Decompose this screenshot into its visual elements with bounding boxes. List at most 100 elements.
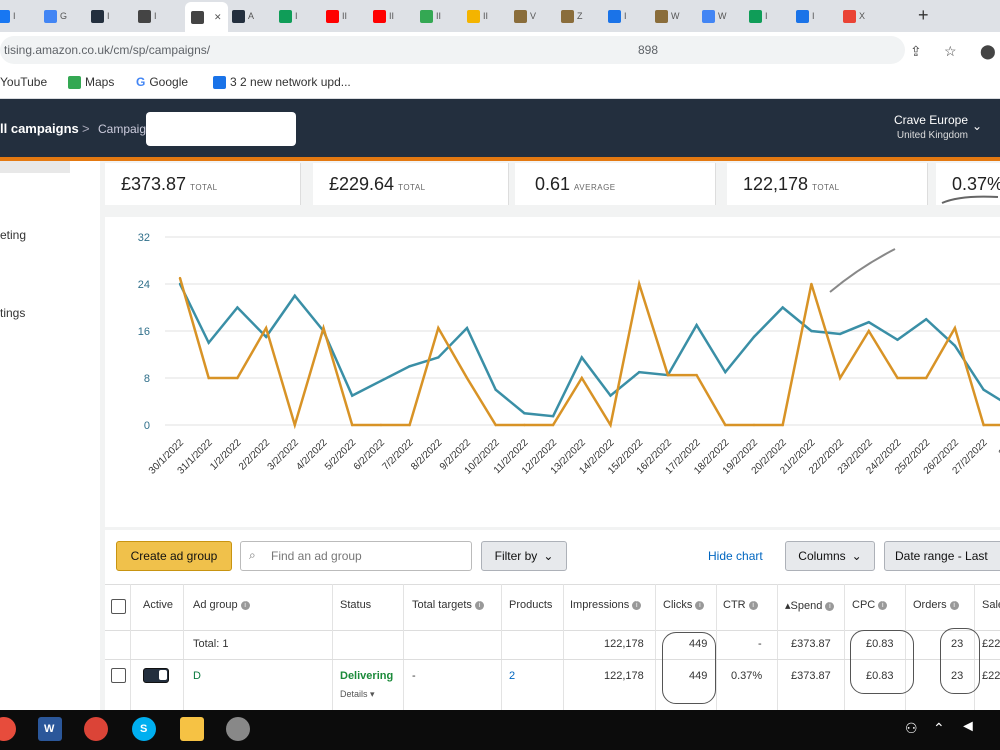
url-text-tail: 898: [638, 43, 659, 57]
column-header-impressions[interactable]: Impressions i: [570, 599, 642, 611]
browser-tab[interactable]: II: [467, 4, 488, 28]
profile-icon[interactable]: ⬤: [980, 43, 996, 60]
browser-tab[interactable]: W: [702, 4, 727, 28]
data-point: [810, 329, 813, 333]
filter-by-label: Filter by: [494, 549, 538, 563]
bookmark-youtube-label: YouTube: [0, 75, 48, 89]
nav-item-targeting[interactable]: eting: [0, 228, 26, 242]
tab-favicon-icon: [608, 9, 621, 23]
tab-label: W: [671, 11, 680, 21]
data-point: [293, 294, 296, 297]
column-header-cpc[interactable]: CPC i: [852, 599, 888, 611]
browser-tab[interactable]: W: [655, 4, 680, 28]
date-range-button[interactable]: Date range - Last: [884, 541, 1000, 571]
app-icon[interactable]: [226, 717, 250, 741]
browser-tab[interactable]: II: [420, 4, 441, 28]
browser-tab[interactable]: G: [44, 4, 67, 28]
tab-favicon-icon: [655, 9, 668, 23]
column-header-ad-group[interactable]: Ad group i: [193, 599, 250, 611]
bookmark-youtube[interactable]: YouTube: [0, 75, 47, 89]
browser-tab[interactable]: V: [514, 4, 536, 28]
column-header-label: Ad group: [193, 599, 238, 611]
browser-tab[interactable]: I: [138, 4, 157, 28]
create-ad-group-button[interactable]: Create ad group: [116, 541, 232, 571]
share-icon[interactable]: ⇪: [910, 43, 922, 60]
column-header-clicks[interactable]: Clicks i: [663, 599, 705, 611]
url-field[interactable]: tising.amazon.co.uk/cm/sp/campaigns/ 898: [0, 36, 905, 64]
breadcrumb-campaign[interactable]: Campaign: [98, 122, 153, 136]
tab-label: G: [60, 11, 68, 21]
columns-button[interactable]: Columns ⌄: [785, 541, 875, 571]
column-header-status[interactable]: Status: [340, 599, 371, 611]
bookmark-network[interactable]: 3 2 new network upd...: [213, 75, 351, 89]
date-range-label: Date range - Last: [895, 549, 988, 563]
metric-tile-impressions[interactable]: 122,178 TOTAL: [727, 163, 928, 205]
ad-group-name-link[interactable]: D: [193, 670, 201, 682]
info-icon[interactable]: i: [878, 600, 888, 610]
browser-tab[interactable]: I: [91, 4, 110, 28]
y-tick-label: 0: [144, 420, 150, 432]
metric-tile-spend[interactable]: £373.87 TOTAL: [105, 163, 301, 205]
browser-tab[interactable]: I: [0, 4, 16, 28]
tab-label: W: [718, 11, 727, 21]
tab-favicon-icon: [138, 9, 151, 23]
info-icon[interactable]: i: [949, 600, 959, 610]
column-header-spend[interactable]: ▴Spend i: [785, 599, 835, 612]
column-header-ctr[interactable]: CTR i: [723, 599, 758, 611]
browser-tab[interactable]: II: [326, 4, 347, 28]
select-all-checkbox[interactable]: [111, 599, 126, 614]
up-arrow-icon[interactable]: ⌃: [933, 720, 945, 737]
browser-tab[interactable]: II: [373, 4, 394, 28]
total-spend: £373.87: [791, 638, 831, 650]
info-icon[interactable]: i: [695, 600, 705, 610]
info-icon[interactable]: i: [632, 600, 642, 610]
tab-favicon-icon: [702, 9, 715, 23]
browser-tab[interactable]: ✕: [185, 2, 228, 32]
column-divider: [844, 584, 845, 710]
search-input[interactable]: ⌕ Find an ad group: [240, 541, 472, 571]
info-icon[interactable]: i: [240, 600, 250, 610]
browser-tab[interactable]: I: [279, 4, 298, 28]
chrome-icon[interactable]: [84, 717, 108, 741]
info-icon[interactable]: i: [825, 601, 835, 611]
row-products-link[interactable]: 2: [509, 670, 515, 682]
file-explorer-icon[interactable]: [180, 717, 204, 741]
breadcrumb-all-campaigns[interactable]: ll campaigns: [0, 121, 79, 136]
speaker-icon[interactable]: ◄: [960, 718, 976, 736]
info-icon[interactable]: i: [474, 600, 484, 610]
column-header-total-targets[interactable]: Total targets i: [412, 599, 484, 611]
nav-item-settings[interactable]: tings: [0, 306, 25, 320]
hide-chart-link[interactable]: Hide chart: [708, 549, 763, 563]
chevron-down-icon[interactable]: ⌄: [972, 119, 982, 133]
account-name[interactable]: Crave Europe: [880, 113, 968, 127]
data-point: [724, 370, 727, 374]
browser-tab[interactable]: I: [749, 4, 768, 28]
browser-tab[interactable]: I: [796, 4, 815, 28]
metric-tile-sales[interactable]: £229.64 TOTAL: [313, 163, 509, 205]
bookmark-google[interactable]: G Google: [136, 75, 188, 89]
account-marketplace[interactable]: United Kingdom: [868, 130, 968, 141]
column-header-sales[interactable]: Sale: [982, 599, 1000, 611]
browser-tab[interactable]: X: [843, 4, 865, 28]
browser-tab[interactable]: A: [232, 4, 254, 28]
columns-label: Columns: [798, 549, 846, 563]
status-details-link[interactable]: Details ▾: [340, 689, 375, 700]
bookmark-star-icon[interactable]: ☆: [944, 43, 957, 60]
bookmark-maps[interactable]: Maps: [68, 75, 114, 89]
new-tab-button[interactable]: +: [918, 5, 929, 26]
browser-tab[interactable]: Z: [561, 4, 583, 28]
column-header-active[interactable]: Active: [143, 599, 173, 611]
data-point: [207, 341, 210, 344]
column-header-products[interactable]: Products: [509, 599, 552, 611]
data-point: [551, 423, 555, 427]
browser-tab[interactable]: I: [608, 4, 627, 28]
data-point: [781, 423, 784, 427]
info-icon[interactable]: i: [748, 600, 758, 610]
people-icon[interactable]: ⚇: [905, 720, 918, 737]
filter-by-button[interactable]: Filter by ⌄: [481, 541, 567, 571]
close-icon[interactable]: ✕: [214, 12, 222, 23]
row-checkbox[interactable]: [111, 668, 126, 683]
column-header-orders[interactable]: Orders i: [913, 599, 959, 611]
column-header-label: Orders: [913, 599, 947, 611]
metric-tile-acos[interactable]: 0.61 AVERAGE: [515, 163, 716, 205]
